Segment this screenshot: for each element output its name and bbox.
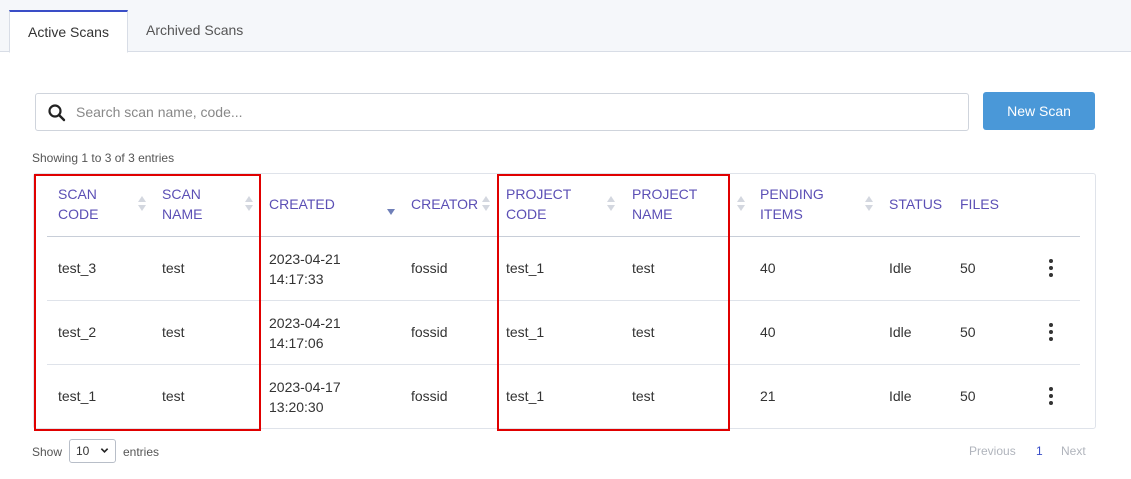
row-menu-icon[interactable] [1045,387,1057,405]
search-input[interactable] [76,94,956,130]
entries-label: entries [123,445,160,459]
col-header-files: FILES [960,196,999,212]
row-menu-icon[interactable] [1045,323,1057,341]
tab-strip: Active Scans Archived Scans [0,0,1131,53]
col-header-creator[interactable]: CREATOR [411,194,478,214]
cell-files: 50 [960,324,976,340]
col-header-status: STATUS [889,196,943,212]
page-length-select[interactable]: 10 [69,439,116,463]
chevron-down-icon [100,448,109,453]
col-header-pending-items[interactable]: PENDING ITEMS [760,184,824,224]
cell-created: 2023-04-17 13:20:30 [269,379,341,415]
cell-pending-items: 21 [760,388,776,404]
highlight-box-project-columns [497,174,730,431]
cell-created: 2023-04-21 14:17:06 [269,315,341,351]
col-header-created[interactable]: CREATED [269,194,335,214]
cell-files: 50 [960,388,976,404]
sort-icon[interactable] [481,196,491,212]
sort-desc-icon[interactable] [386,200,396,216]
pagination-previous[interactable]: Previous [969,443,1016,459]
cell-pending-items: 40 [760,324,776,340]
sort-icon[interactable] [864,196,874,212]
tab-archived-scans[interactable]: Archived Scans [128,10,261,52]
tab-active-scans[interactable]: Active Scans [9,10,128,53]
new-scan-button[interactable]: New Scan [983,92,1095,130]
cell-status: Idle [889,260,912,276]
cell-creator: fossid [411,324,448,340]
cell-files: 50 [960,260,976,276]
table-info: Showing 1 to 3 of 3 entries [32,151,175,165]
cell-status: Idle [889,388,912,404]
cell-creator: fossid [411,388,448,404]
cell-status: Idle [889,324,912,340]
cell-creator: fossid [411,260,448,276]
highlight-box-scan-columns [34,174,261,431]
row-menu-icon[interactable] [1045,259,1057,277]
cell-created: 2023-04-21 14:17:33 [269,251,341,287]
show-label: Show [32,445,63,459]
page-length-value: 10 [76,444,90,458]
pagination-page-1[interactable]: 1 [1036,443,1043,459]
search-box [35,93,969,131]
cell-pending-items: 40 [760,260,776,276]
search-icon [48,104,66,122]
sort-icon[interactable] [736,196,746,212]
pagination-next[interactable]: Next [1061,443,1086,459]
